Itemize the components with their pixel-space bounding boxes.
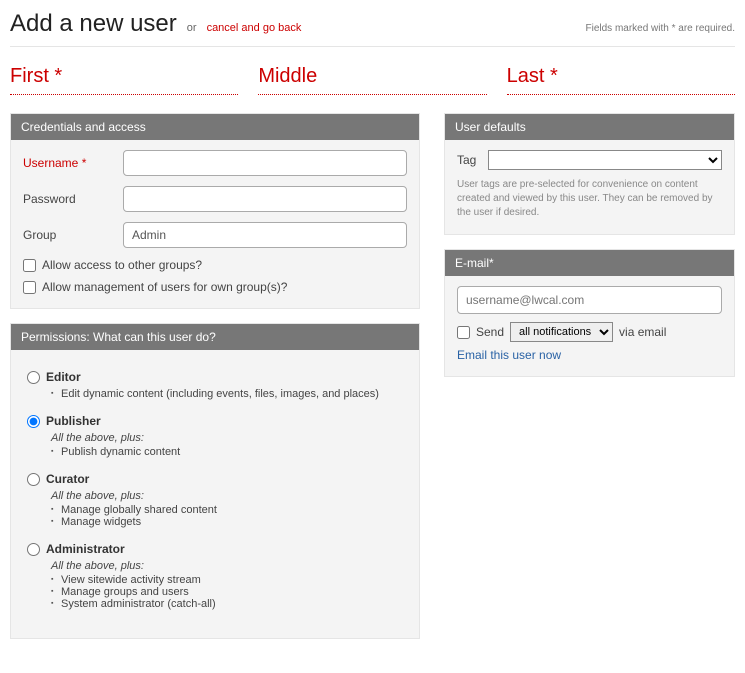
username-input[interactable] bbox=[123, 150, 407, 176]
permissions-panel: Permissions: What can this user do? Edit… bbox=[10, 323, 420, 639]
last-name-input[interactable] bbox=[507, 61, 735, 95]
page-title: Add a new user bbox=[10, 10, 177, 38]
permissions-title: Permissions: What can this user do? bbox=[11, 324, 419, 350]
all-above-text: All the above, plus: bbox=[51, 432, 407, 444]
notifications-select[interactable]: all notifications bbox=[510, 322, 613, 342]
user-defaults-panel: User defaults Tag User tags are pre-sele… bbox=[444, 113, 735, 235]
all-above-text: All the above, plus: bbox=[51, 490, 407, 502]
perm-item: Manage globally shared content bbox=[51, 504, 407, 516]
tag-label: Tag bbox=[457, 153, 476, 167]
role-label-administrator: Administrator bbox=[46, 542, 125, 556]
group-label: Group bbox=[23, 228, 123, 242]
email-title: E-mail* bbox=[445, 250, 734, 276]
role-radio-curator[interactable] bbox=[27, 473, 40, 486]
password-label: Password bbox=[23, 192, 123, 206]
first-name-input[interactable] bbox=[10, 61, 238, 95]
role-label-curator: Curator bbox=[46, 472, 89, 486]
required-note: Fields marked with * are required. bbox=[585, 23, 735, 34]
perm-item: System administrator (catch-all) bbox=[51, 598, 407, 610]
role-label-editor: Editor bbox=[46, 370, 81, 384]
perm-item: Edit dynamic content (including events, … bbox=[51, 388, 407, 400]
perm-group-curator: Curator All the above, plus: Manage global… bbox=[27, 472, 407, 528]
name-row bbox=[10, 61, 735, 95]
all-above-text: All the above, plus: bbox=[51, 560, 407, 572]
allow-manage-users-checkbox[interactable] bbox=[23, 281, 36, 294]
role-label-publisher: Publisher bbox=[46, 414, 101, 428]
credentials-title: Credentials and access bbox=[11, 114, 419, 140]
email-panel: E-mail* Send all notifications via email… bbox=[444, 249, 735, 377]
perm-item: Publish dynamic content bbox=[51, 446, 407, 458]
tag-help-text: User tags are pre-selected for convenien… bbox=[457, 178, 722, 220]
role-radio-publisher[interactable] bbox=[27, 415, 40, 428]
cancel-link[interactable]: cancel and go back bbox=[207, 22, 302, 34]
via-email-text: via email bbox=[619, 325, 666, 339]
email-input[interactable] bbox=[457, 286, 722, 314]
perm-item: Manage groups and users bbox=[51, 586, 407, 598]
allow-manage-users-label: Allow management of users for own group(… bbox=[42, 280, 287, 294]
allow-other-groups-label: Allow access to other groups? bbox=[42, 258, 202, 272]
middle-name-input[interactable] bbox=[258, 61, 486, 95]
send-label: Send bbox=[476, 325, 504, 339]
role-radio-administrator[interactable] bbox=[27, 543, 40, 556]
username-label: Username * bbox=[23, 156, 123, 170]
perm-item: View sitewide activity stream bbox=[51, 574, 407, 586]
email-user-link[interactable]: Email this user now bbox=[457, 348, 561, 362]
group-input[interactable] bbox=[123, 222, 407, 248]
or-text: or bbox=[187, 22, 197, 34]
perm-group-administrator: Administrator All the above, plus: View si… bbox=[27, 542, 407, 610]
credentials-panel: Credentials and access Username * Passwo… bbox=[10, 113, 420, 309]
send-checkbox[interactable] bbox=[457, 326, 470, 339]
allow-other-groups-checkbox[interactable] bbox=[23, 259, 36, 272]
perm-item: Manage widgets bbox=[51, 516, 407, 528]
tag-select[interactable] bbox=[488, 150, 722, 170]
user-defaults-title: User defaults bbox=[445, 114, 734, 140]
page-header: Add a new user or cancel and go back Fie… bbox=[10, 10, 735, 47]
perm-group-editor: Editor Edit dynamic content (including ev… bbox=[27, 370, 407, 400]
role-radio-editor[interactable] bbox=[27, 371, 40, 384]
password-input[interactable] bbox=[123, 186, 407, 212]
perm-group-publisher: Publisher All the above, plus: Publish dyn… bbox=[27, 414, 407, 458]
